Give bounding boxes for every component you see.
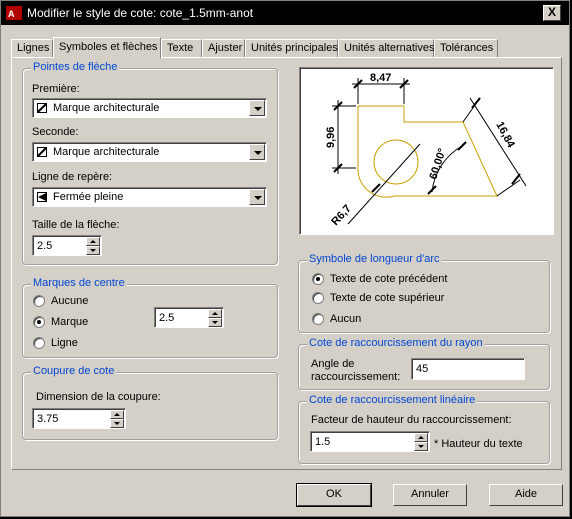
radio-indicator[interactable] — [33, 337, 45, 349]
break-size-stepper[interactable]: 3.75 — [32, 408, 126, 429]
dim-break-group: Coupure de cote — [22, 365, 278, 440]
break-size-value: 3.75 — [37, 413, 59, 425]
preview-drawing: 8,47 9,96 16,84 60,00° R6,7 — [325, 72, 527, 228]
jog-height-factor-up-button[interactable] — [414, 433, 428, 442]
first-arrow-label: Première: — [32, 83, 80, 95]
radio-label: Aucune — [51, 295, 89, 307]
arrow-size-label: Taille de la flèche: — [32, 219, 120, 231]
closed-filled-arrow-icon — [37, 192, 47, 202]
second-arrow-value: Marque architecturale — [53, 146, 160, 158]
tab-ajuster[interactable]: Ajuster — [202, 39, 245, 57]
tab-symboles-et-fleches[interactable]: Symboles et flèches — [53, 37, 161, 58]
center-mark-size-stepper[interactable]: 2.5 — [154, 307, 224, 328]
close-button[interactable]: X — [543, 5, 561, 21]
center-marks-group-title: Marques de centre — [31, 277, 127, 289]
tab-unites-alternatives[interactable]: Unités alternatives — [338, 39, 435, 57]
second-arrow-select[interactable]: Marque architecturale — [32, 142, 267, 162]
jog-angle-label-line2: raccourcissement: — [311, 371, 401, 383]
radio-label: Aucun — [330, 313, 362, 325]
radio-label: Marque — [51, 316, 89, 328]
dim-label-radius: R6,7 — [329, 203, 353, 228]
leader-arrow-value: Fermée pleine — [53, 191, 124, 203]
arc-length-group-title: Symbole de longueur d'arc — [307, 253, 442, 265]
first-arrow-value: Marque architecturale — [53, 102, 160, 114]
tab-tolerances[interactable]: Tolérances — [434, 39, 498, 57]
radio-label: Ligne — [51, 337, 78, 349]
break-size-label: Dimension de la coupure: — [36, 391, 161, 403]
dim-break-group-title: Coupure de cote — [31, 365, 117, 377]
arrowheads-group-title: Pointes de flèche — [31, 61, 120, 73]
dim-label-left: 9,96 — [325, 127, 337, 148]
radio-indicator[interactable] — [33, 295, 45, 307]
second-arrow-dropdown-button[interactable] — [249, 144, 265, 160]
architectural-tick-icon — [37, 103, 47, 113]
leader-arrow-select[interactable]: Fermée pleine — [32, 187, 267, 207]
architectural-tick-icon — [37, 147, 47, 157]
center-mark-size-value: 2.5 — [159, 312, 175, 324]
jog-height-factor-label: Facteur de hauteur du raccourcissement: — [311, 414, 512, 426]
center-mark-size-down-button[interactable] — [208, 318, 222, 327]
tab-texte[interactable]: Texte — [161, 39, 202, 57]
window-title: Modifier le style de cote: cote_1.5mm-an… — [27, 6, 254, 20]
autocad-app-icon: A — [6, 6, 22, 20]
cancel-button[interactable]: Annuler — [393, 484, 467, 506]
radius-jog-group-title: Cote de raccourcissement du rayon — [307, 337, 485, 349]
dimension-preview: 8,47 9,96 16,84 60,00° R6,7 — [299, 67, 554, 235]
tab-unites-principales[interactable]: Unités principales — [245, 39, 338, 57]
radio-indicator[interactable] — [312, 313, 324, 325]
dialog-window: A Modifier le style de cote: cote_1.5mm-… — [0, 0, 570, 517]
leader-arrow-dropdown-button[interactable] — [249, 189, 265, 205]
break-size-up-button[interactable] — [110, 410, 124, 419]
dim-label-angle: 60,00° — [427, 147, 448, 181]
radio-indicator[interactable] — [33, 316, 45, 328]
dim-label-top: 8,47 — [370, 72, 391, 84]
radio-label: Texte de cote précédent — [330, 273, 448, 285]
ok-button[interactable]: OK — [296, 483, 372, 507]
leader-arrow-label: Ligne de repère: — [32, 171, 113, 183]
title-bar[interactable]: A Modifier le style de cote: cote_1.5mm-… — [1, 1, 569, 25]
break-size-down-button[interactable] — [110, 419, 124, 428]
center-mark-size-up-button[interactable] — [208, 309, 222, 318]
arrow-size-up-button[interactable] — [86, 237, 100, 246]
help-button[interactable]: Aide — [489, 484, 563, 506]
jog-height-factor-value: 1.5 — [315, 436, 331, 448]
jog-angle-input[interactable]: 45 — [411, 358, 525, 380]
radio-label: Texte de cote supérieur — [330, 292, 445, 304]
arrow-size-value: 2.5 — [37, 240, 53, 252]
linear-jog-group-title: Cote de raccourcissement linéaire — [307, 394, 478, 406]
arrow-size-stepper[interactable]: 2.5 — [32, 235, 102, 256]
tab-lignes[interactable]: Lignes — [11, 39, 53, 57]
dim-label-right: 16,84 — [493, 120, 517, 151]
arrow-size-down-button[interactable] — [86, 246, 100, 255]
svg-text:A: A — [8, 9, 15, 19]
radio-indicator[interactable] — [312, 292, 324, 304]
jog-height-factor-suffix: * Hauteur du texte — [434, 438, 523, 450]
first-arrow-dropdown-button[interactable] — [249, 100, 265, 116]
first-arrow-select[interactable]: Marque architecturale — [32, 98, 267, 118]
jog-angle-value: 45 — [416, 363, 429, 375]
jog-height-factor-down-button[interactable] — [414, 442, 428, 451]
jog-angle-label-line1: Angle de — [311, 358, 355, 370]
second-arrow-label: Seconde: — [32, 126, 79, 138]
radio-indicator[interactable] — [312, 273, 324, 285]
jog-height-factor-stepper[interactable]: 1.5 — [310, 431, 430, 452]
